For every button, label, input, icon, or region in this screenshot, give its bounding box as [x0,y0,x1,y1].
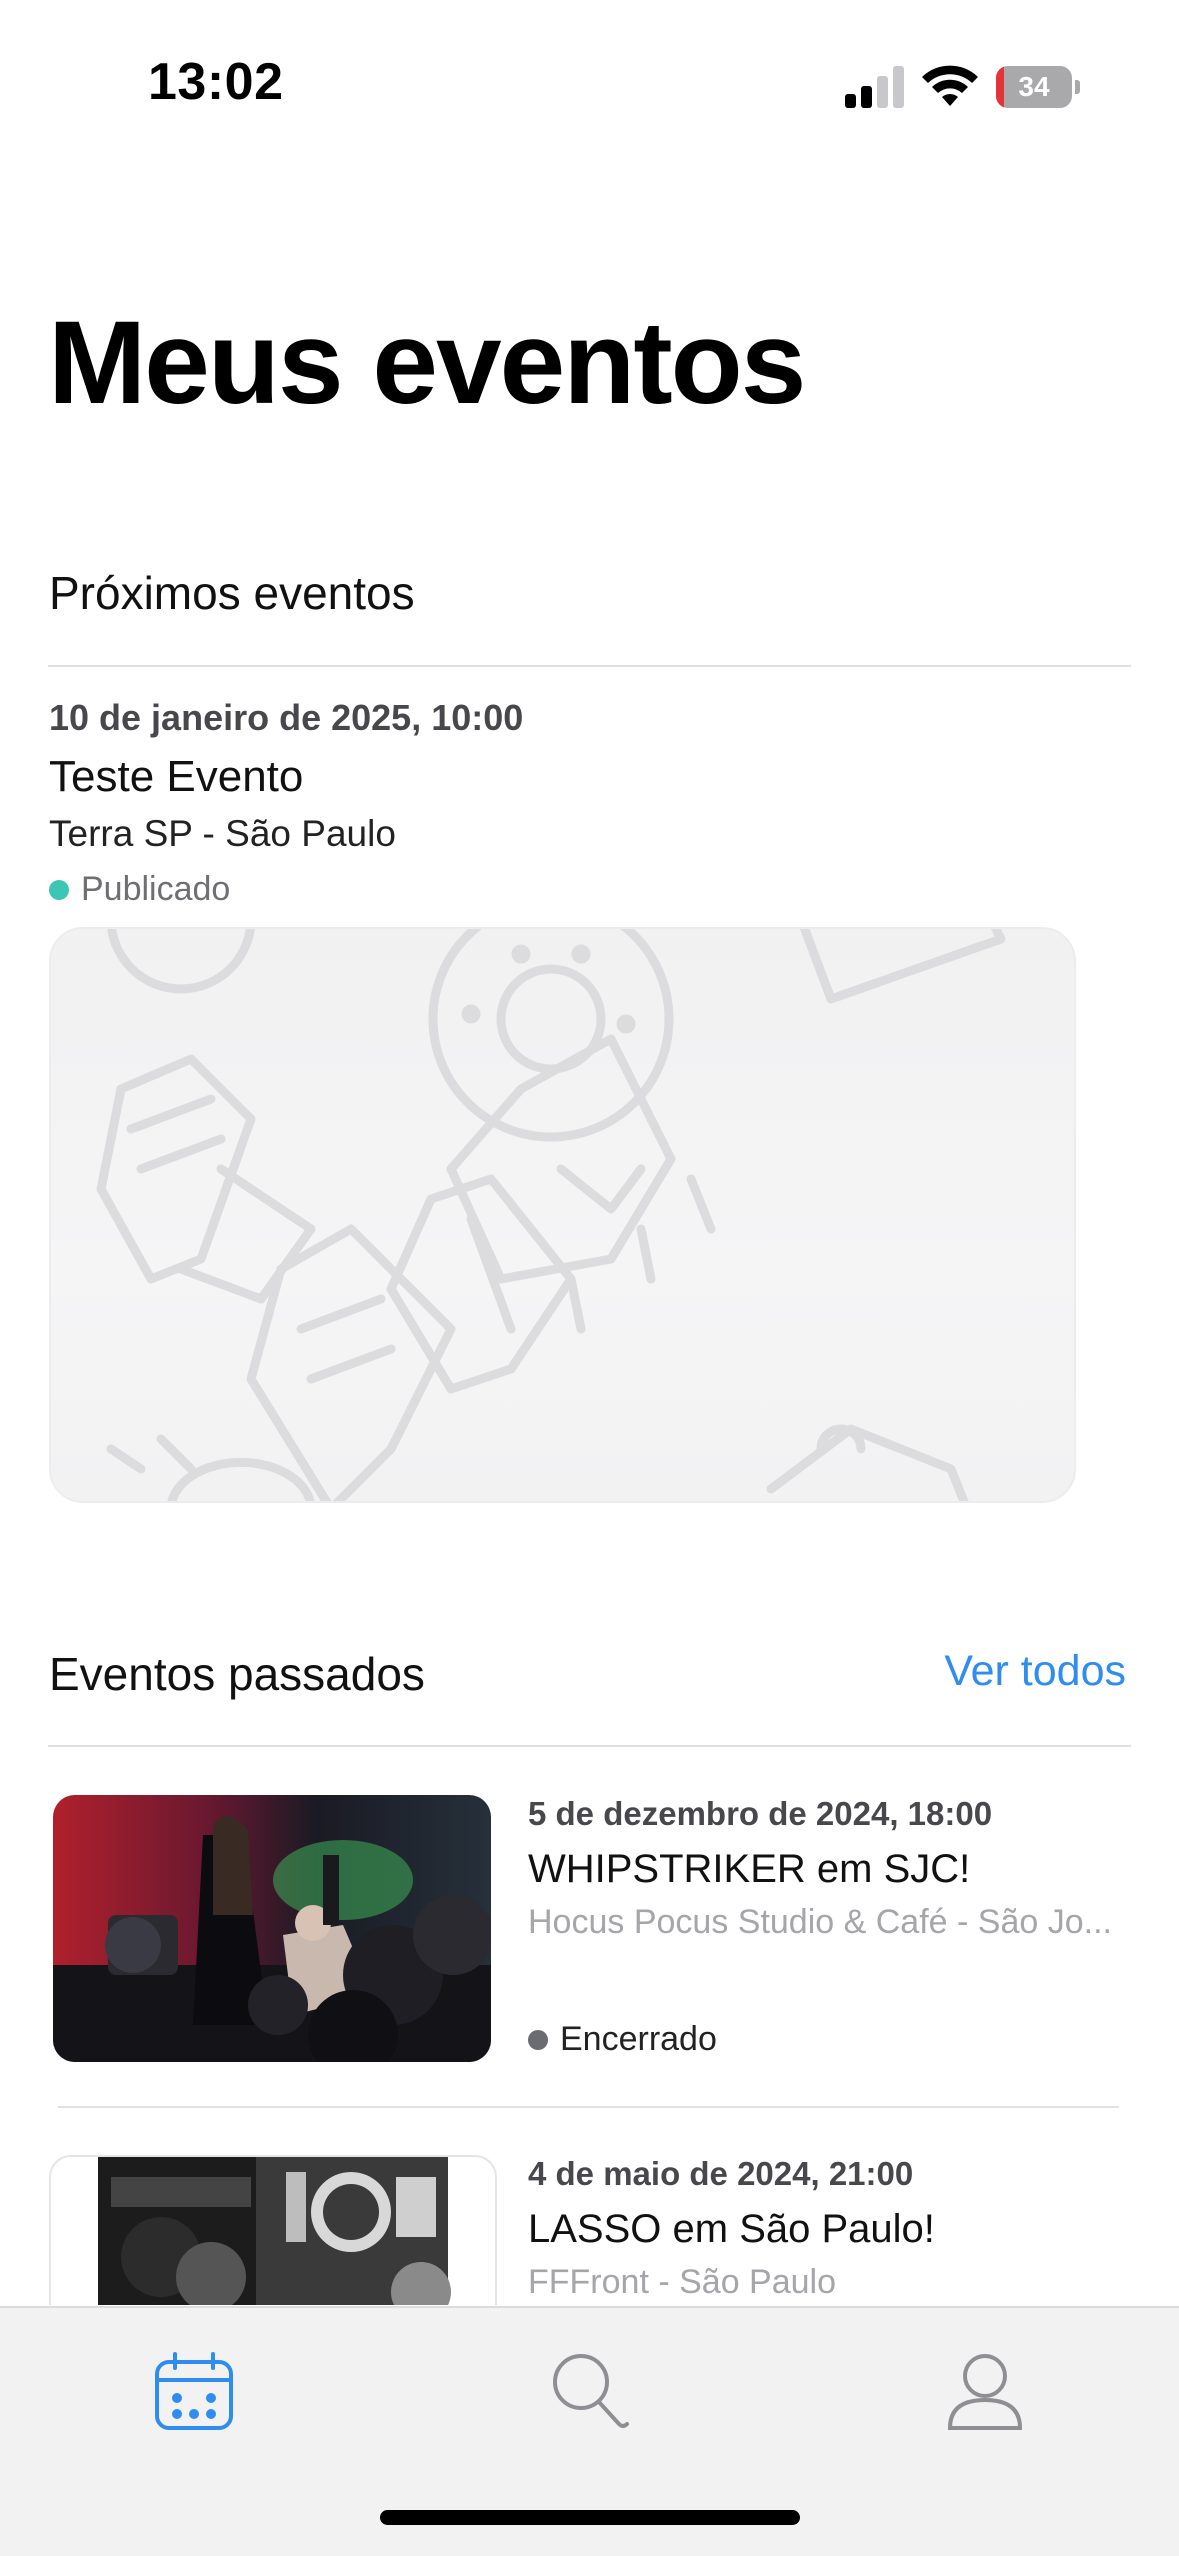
status-label: Publicado [81,870,231,908]
status-label: Encerrado [560,2020,717,2058]
status-time: 13:02 [148,53,284,111]
list-item[interactable]: 4 de maio de 2024, 21:00 LASSO em São Pa… [49,2155,1132,2305]
divider [48,665,1131,667]
status-badge: Encerrado [528,2020,717,2059]
event-venue: Terra SP - São Paulo [49,813,396,854]
event-date: 4 de maio de 2024, 21:00 [528,2155,914,2192]
event-date: 10 de janeiro de 2025, 10:00 [49,697,524,738]
status-badge: Publicado [49,870,230,909]
event-venue: Hocus Pocus Studio & Café - São Jo... [528,1903,1112,1941]
see-all-link[interactable]: Ver todos [944,1647,1126,1696]
event-photo [53,1795,491,2062]
event-name: LASSO em São Paulo! [528,2207,935,2251]
concert-photo-image [98,2157,451,2305]
profile-icon [947,2354,1023,2430]
pattern-icons [96,929,1006,1501]
event-name: WHIPSTRIKER em SJC! [528,1847,971,1891]
concert-photo-image [53,1795,491,2062]
tab-profile[interactable] [940,2348,1030,2438]
status-bar: 13:02 34 [0,0,1179,150]
tab-search[interactable] [545,2348,635,2438]
search-icon [553,2354,629,2428]
wifi-icon [922,65,978,106]
event-image-placeholder [49,927,1076,1503]
list-item[interactable]: 5 de dezembro de 2024, 18:00 WHIPSTRIKER… [49,1795,1132,2105]
tab-calendar[interactable] [149,2348,239,2438]
calendar-icon [155,2352,233,2430]
status-dot [528,2029,548,2050]
divider [58,2106,1119,2108]
page-title: Meus eventos [48,297,806,429]
divider [48,1745,1131,1747]
cellular-signal-icon [845,66,904,108]
status-dot [49,879,69,900]
battery-percent: 34 [1018,71,1050,102]
past-section-title: Eventos passados [49,1648,425,1700]
event-photo [49,2155,497,2305]
upcoming-section-title: Próximos eventos [49,567,415,619]
home-indicator [380,2510,800,2525]
event-name: Teste Evento [49,752,304,801]
battery-icon: 34 [996,66,1080,108]
event-date: 5 de dezembro de 2024, 18:00 [528,1795,993,1832]
event-venue: FFFront - São Paulo [528,2263,837,2301]
